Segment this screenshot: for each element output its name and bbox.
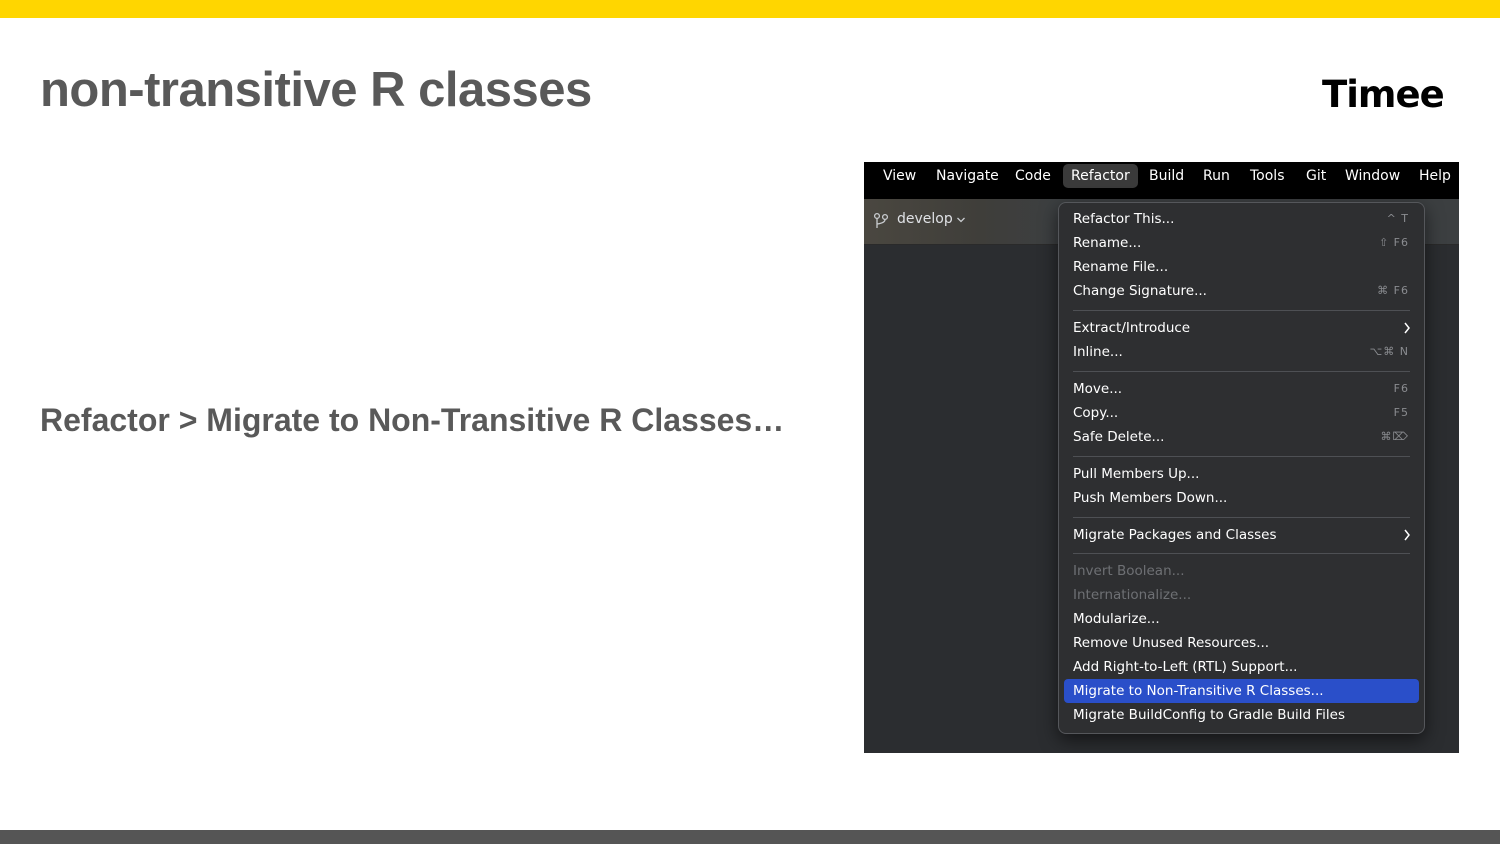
menu-item-label: Pull Members Up... [1073,466,1200,482]
bottom-bar [0,830,1500,844]
menu-item-extract-introduce[interactable]: Extract/Introduce [1064,316,1419,340]
shortcut-label: ⌘ F6 [1377,284,1409,297]
chevron-right-icon [1404,529,1410,541]
menu-separator [1073,371,1410,372]
menu-item-remove-unused-resources[interactable]: Remove Unused Resources... [1064,631,1419,655]
menu-item-label: Modularize... [1073,611,1160,627]
menu-item-label: Rename File... [1073,259,1169,275]
menu-item-safe-delete[interactable]: Safe Delete... ⌘⌦ [1064,425,1419,449]
menu-item-push-members-down[interactable]: Push Members Down... [1064,486,1419,510]
refactor-menu: Refactor This... ^ T Rename... ⇧ F6 Rena… [1058,202,1425,734]
menu-item-label: Change Signature... [1073,283,1207,299]
shortcut-label: ^ T [1386,212,1409,225]
menu-item-add-rtl-support[interactable]: Add Right-to-Left (RTL) Support... [1064,655,1419,679]
menubar-build[interactable]: Build [1149,162,1184,190]
menu-item-internationalize: Internationalize... [1064,583,1419,607]
ide-screenshot: View Navigate Code Refactor Build Run To… [864,162,1459,753]
shortcut-label: F6 [1393,382,1409,395]
menu-item-label: Extract/Introduce [1073,320,1191,336]
menu-item-modularize[interactable]: Modularize... [1064,607,1419,631]
timee-logo: Timee [1322,73,1445,116]
menu-item-label: Add Right-to-Left (RTL) Support... [1073,659,1298,675]
menu-bar: View Navigate Code Refactor Build Run To… [864,162,1459,199]
menu-item-label: Move... [1073,381,1123,397]
menu-item-label: Rename... [1073,235,1142,251]
slide-title: non-transitive R classes [40,63,592,117]
menu-item-rename[interactable]: Rename... ⇧ F6 [1064,231,1419,255]
shortcut-label: F5 [1393,406,1409,419]
menu-item-change-signature[interactable]: Change Signature... ⌘ F6 [1064,279,1419,303]
menu-item-label: Migrate BuildConfig to Gradle Build File… [1073,707,1346,723]
menu-separator [1073,553,1410,554]
menu-item-label: Push Members Down... [1073,490,1228,506]
menu-item-pull-members-up[interactable]: Pull Members Up... [1064,462,1419,486]
menu-item-invert-boolean: Invert Boolean... [1064,559,1419,583]
branch-selector[interactable]: develop [897,211,953,227]
menubar-code[interactable]: Code [1015,162,1051,190]
menu-item-label: Refactor This... [1073,211,1175,227]
slide-body-text: Refactor > Migrate to Non-Transitive R C… [40,402,785,438]
menubar-git[interactable]: Git [1306,162,1326,190]
shortcut-label: ⇧ F6 [1378,236,1409,249]
menu-item-migrate-buildconfig[interactable]: Migrate BuildConfig to Gradle Build File… [1064,703,1419,727]
menu-separator [1073,310,1410,311]
menu-item-label: Migrate to Non-Transitive R Classes... [1073,683,1324,699]
menubar-navigate[interactable]: Navigate [936,162,999,190]
menu-item-label: Inline... [1073,344,1123,360]
menubar-window[interactable]: Window [1345,162,1400,190]
menu-item-label: Internationalize... [1073,587,1192,603]
menubar-help[interactable]: Help [1419,162,1451,190]
menu-item-copy[interactable]: Copy... F5 [1064,401,1419,425]
menu-separator [1073,456,1410,457]
menubar-run[interactable]: Run [1203,162,1230,190]
menubar-view[interactable]: View [883,162,916,190]
menu-item-label: Safe Delete... [1073,429,1165,445]
chevron-right-icon [1404,322,1410,334]
menu-item-move[interactable]: Move... F6 [1064,377,1419,401]
shortcut-label: ⌘⌦ [1380,430,1409,443]
menu-item-label: Migrate Packages and Classes [1073,527,1277,543]
menubar-tools[interactable]: Tools [1250,162,1285,190]
menu-item-migrate-packages[interactable]: Migrate Packages and Classes [1064,523,1419,547]
menu-item-rename-file[interactable]: Rename File... [1064,255,1419,279]
menu-item-inline[interactable]: Inline... ⌥⌘ N [1064,340,1419,364]
chevron-down-icon[interactable] [956,213,966,227]
git-branch-icon [873,212,889,228]
menu-item-label: Copy... [1073,405,1119,421]
menu-item-migrate-non-transitive-r[interactable]: Migrate to Non-Transitive R Classes... [1064,679,1419,703]
shortcut-label: ⌥⌘ N [1369,345,1409,358]
menu-separator [1073,517,1410,518]
top-accent-bar [0,0,1500,18]
menu-item-label: Remove Unused Resources... [1073,635,1270,651]
menu-item-label: Invert Boolean... [1073,563,1185,579]
menubar-refactor[interactable]: Refactor [1063,164,1138,188]
menu-item-refactor-this[interactable]: Refactor This... ^ T [1064,207,1419,231]
